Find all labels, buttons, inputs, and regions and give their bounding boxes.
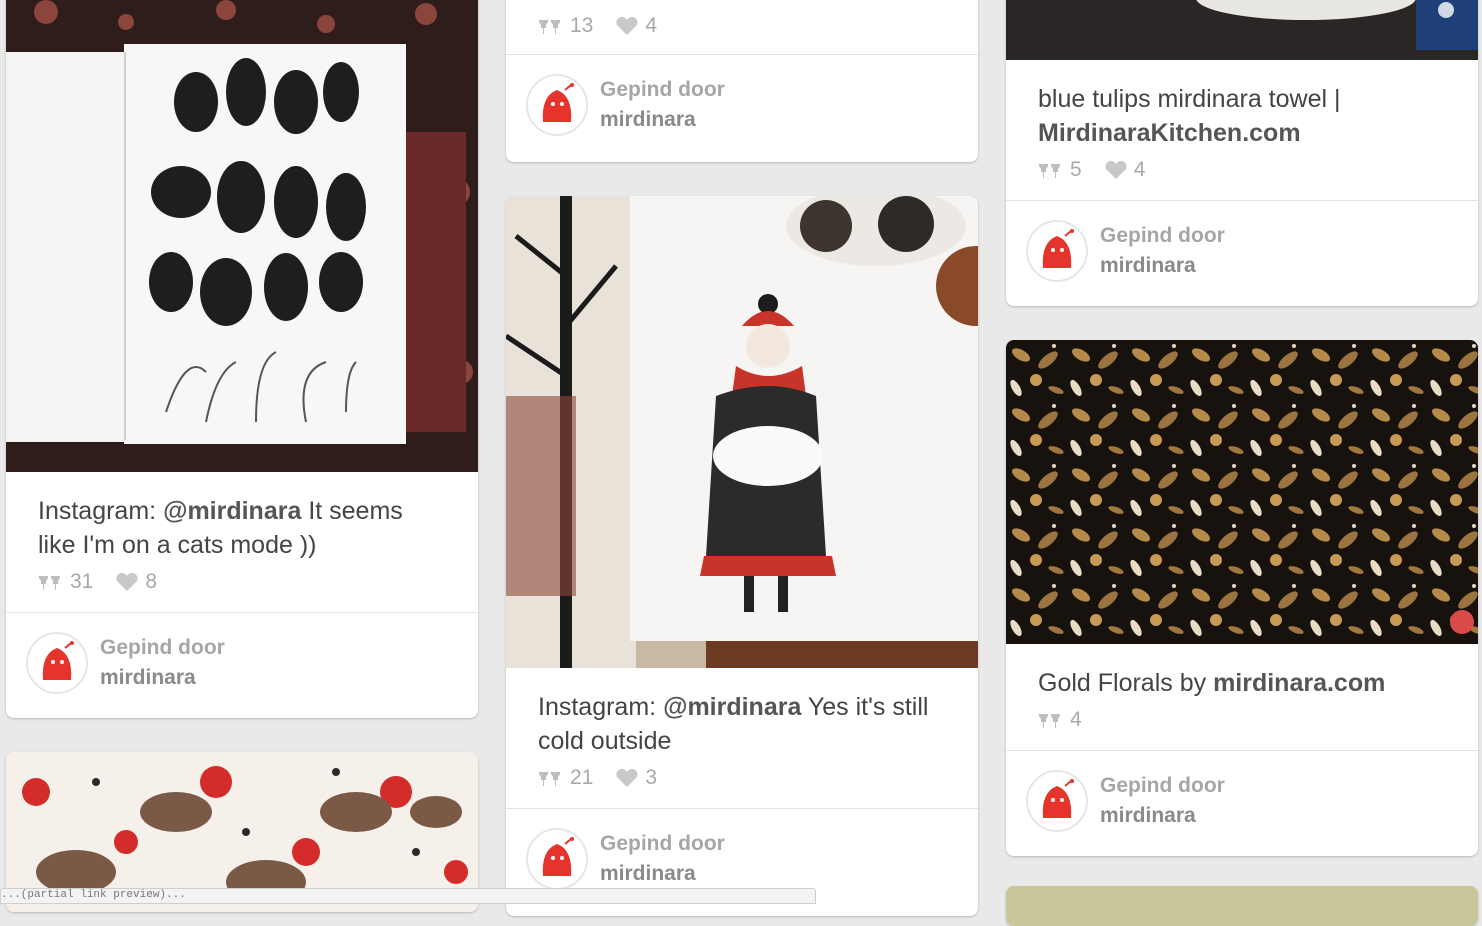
pin-stats: 5 4: [1006, 150, 1478, 200]
pin-stats: 13 4: [506, 0, 978, 54]
pinned-by-label: Gepind door: [100, 636, 225, 659]
red-creature-avatar-icon: [42, 641, 74, 680]
pin-description: Instagram: @mirdinara Yes it's still col…: [538, 693, 929, 755]
browser-status-bar: ...(partial link preview)...: [0, 888, 816, 904]
repin-icon: [1039, 164, 1060, 178]
pinner-avatar[interactable]: [526, 828, 588, 890]
pinned-by-label: Gepind door: [1100, 774, 1225, 797]
pin-card-gold-florals[interactable]: Gold Florals by mirdinara.com 4 Gepind d…: [1006, 340, 1478, 856]
pinner-avatar[interactable]: [1026, 770, 1088, 832]
red-creature-avatar-icon: [542, 83, 574, 122]
repin-count: 13: [538, 14, 593, 38]
like-count: 4: [1104, 158, 1145, 182]
heart-icon: [116, 572, 138, 591]
pin-card-green-pattern[interactable]: [1006, 886, 1478, 926]
repin-count: 4: [1038, 708, 1082, 732]
repin-icon: [1039, 714, 1060, 728]
red-creature-avatar-icon: [1042, 229, 1074, 268]
pinned-by-label: Gepind door: [600, 78, 725, 101]
pin-image-gold-florals[interactable]: [1006, 340, 1478, 644]
sketchbook-photo: [6, 0, 478, 472]
watercolor-photo: [506, 196, 978, 668]
repin-count: 5: [1038, 158, 1082, 182]
pinner-info[interactable]: Gepind door mirdinara: [1006, 200, 1478, 301]
like-count: 8: [115, 570, 157, 594]
pin-description: blue tulips mirdinara towel | MirdinaraK…: [1038, 85, 1341, 147]
heart-icon: [1105, 160, 1127, 179]
pinner-info[interactable]: Gepind door mirdinara: [506, 54, 978, 155]
pin-description-link[interactable]: @mirdinara: [163, 497, 301, 525]
pin-card-towel[interactable]: blue tulips mirdinara towel | MirdinaraK…: [1006, 0, 1478, 306]
pinner-avatar[interactable]: [526, 74, 588, 136]
pin-card-cold[interactable]: Instagram: @mirdinara Yes it's still col…: [506, 196, 978, 916]
pin-card-top-middle[interactable]: 13 4 Gepind door mirdinara: [506, 0, 978, 162]
status-url: ...(partial link preview)...: [1, 889, 186, 901]
repin-icon: [539, 772, 560, 786]
pinned-by-label: Gepind door: [600, 832, 725, 855]
red-creature-avatar-icon: [1042, 779, 1074, 818]
pin-stats: 4: [1006, 700, 1478, 750]
pinner-username[interactable]: mirdinara: [600, 105, 725, 135]
pinner-avatar[interactable]: [26, 632, 88, 694]
pin-image-cats-sketchbook[interactable]: [6, 0, 478, 472]
pinner-username[interactable]: mirdinara: [1100, 801, 1225, 831]
repin-icon: [39, 576, 60, 590]
pin-description: Gold Florals by mirdinara.com: [1038, 669, 1386, 697]
heart-icon: [616, 16, 638, 35]
pin-description-link[interactable]: mirdinara.com: [1213, 669, 1385, 697]
like-count: 3: [615, 766, 657, 790]
repin-count: 31: [38, 570, 93, 594]
pinner-avatar[interactable]: [1026, 220, 1088, 282]
gold-floral-pattern-photo: [1006, 340, 1478, 644]
pin-image-cold-girl-painting[interactable]: [506, 196, 978, 668]
pinner-info[interactable]: Gepind door mirdinara: [1006, 750, 1478, 851]
pinner-username[interactable]: mirdinara: [600, 859, 725, 889]
pinner-username[interactable]: mirdinara: [1100, 251, 1225, 281]
towel-photo: [1006, 0, 1478, 60]
pin-image-towel[interactable]: [1006, 0, 1478, 60]
pinner-username[interactable]: mirdinara: [100, 663, 225, 693]
heart-icon: [616, 768, 638, 787]
pinner-info[interactable]: Gepind door mirdinara: [6, 612, 478, 713]
repin-count: 21: [538, 766, 593, 790]
pin-description-link[interactable]: @mirdinara: [663, 693, 801, 721]
pin-description-link[interactable]: MirdinaraKitchen.com: [1038, 119, 1301, 147]
like-count: 4: [615, 14, 657, 38]
pin-stats: 21 3: [506, 758, 978, 808]
red-creature-avatar-icon: [542, 837, 574, 876]
pin-card-cats[interactable]: Instagram: @mirdinara It seems like I'm …: [6, 0, 478, 718]
pin-description: Instagram: @mirdinara It seems like I'm …: [38, 497, 403, 559]
pinned-by-label: Gepind door: [1100, 224, 1225, 247]
pin-image-green-pattern[interactable]: [1006, 886, 1478, 926]
repin-icon: [539, 20, 560, 34]
pin-stats: 31 8: [6, 562, 478, 612]
